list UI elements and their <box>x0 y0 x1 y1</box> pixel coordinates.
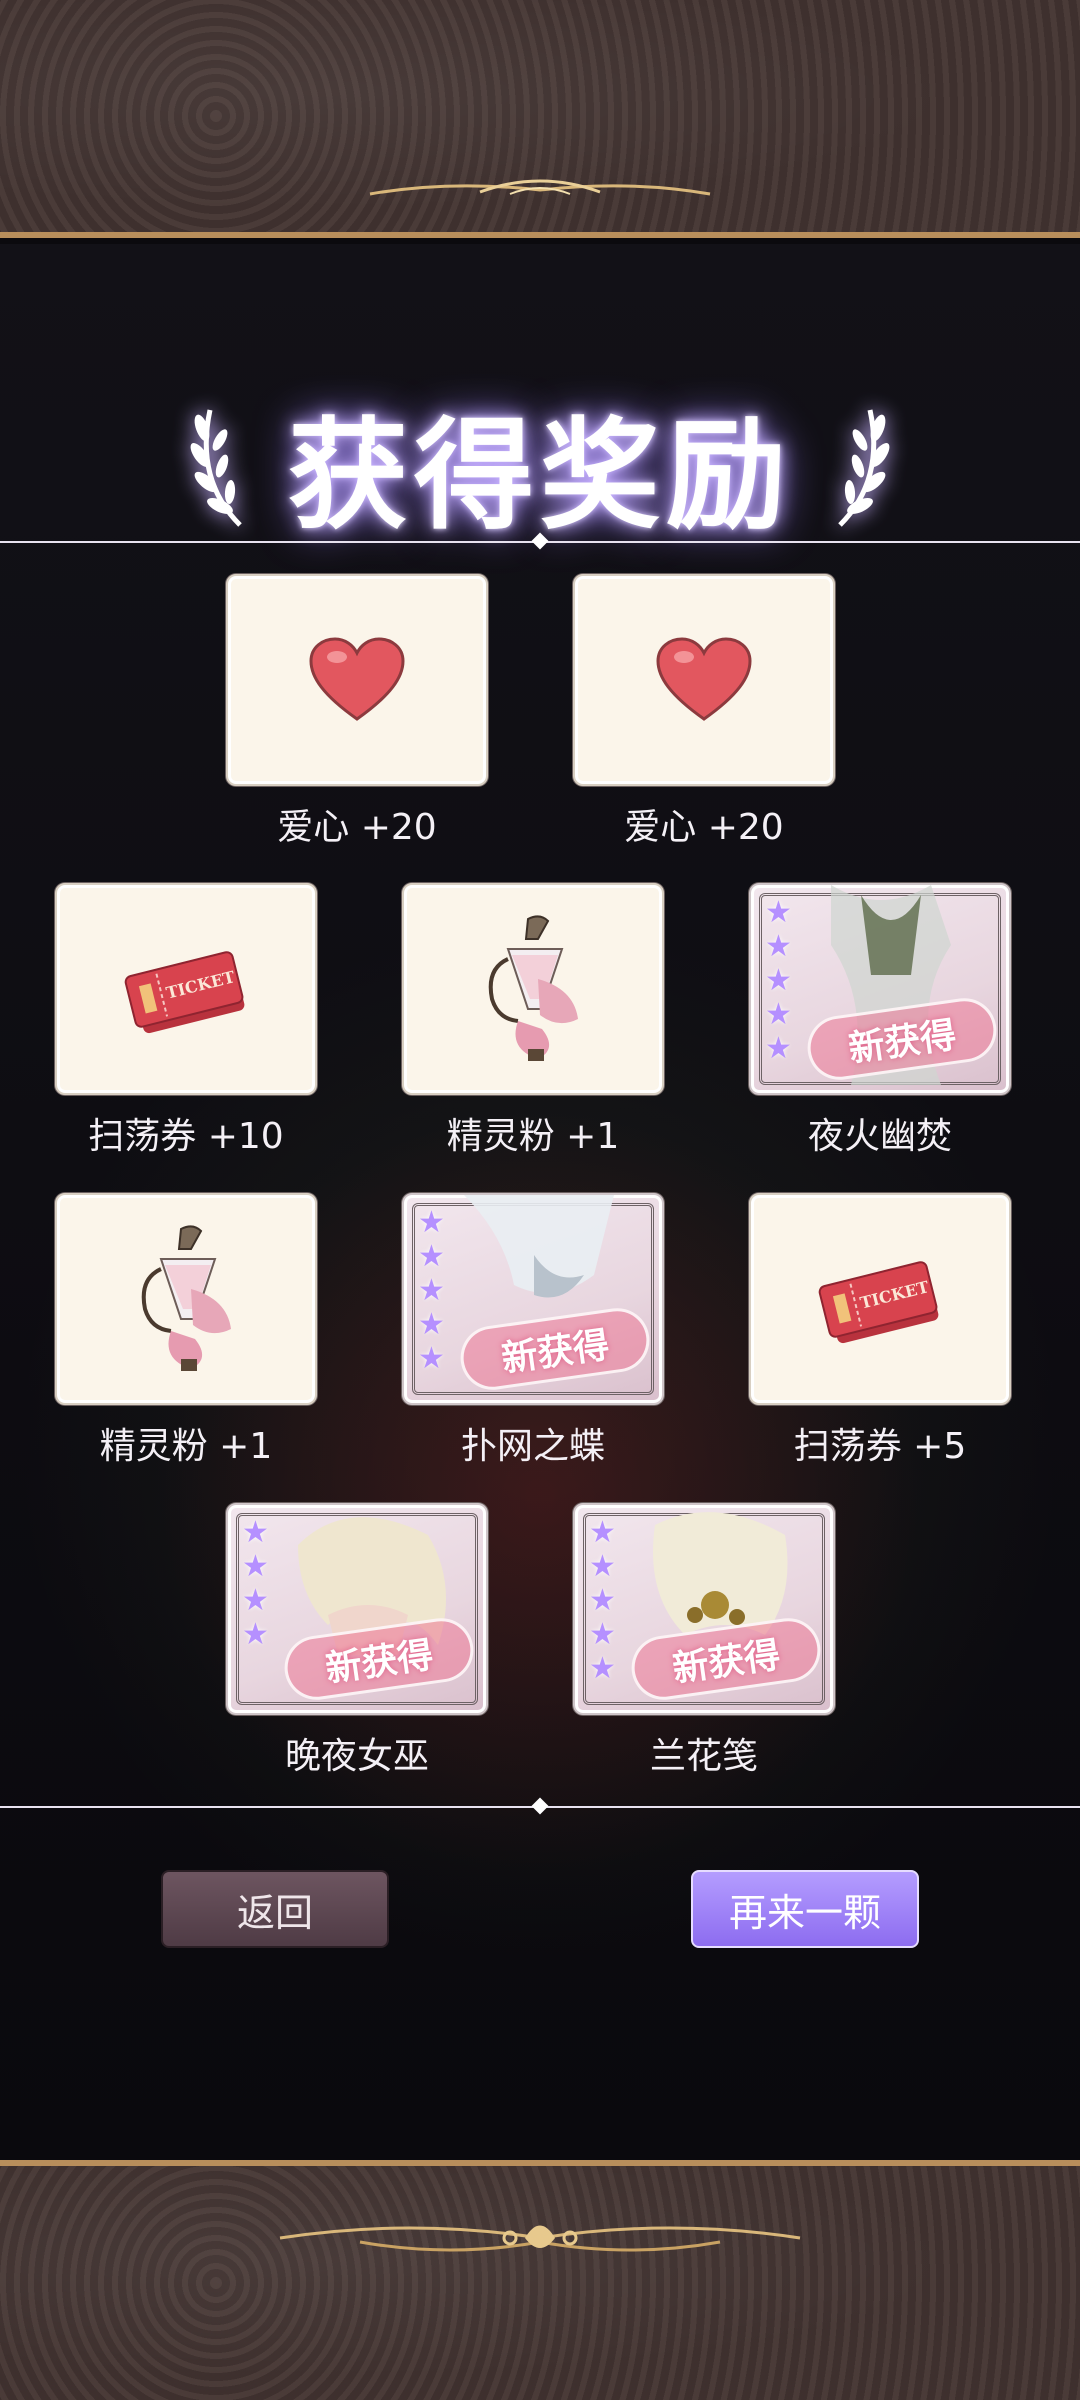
top-frame <box>0 0 1080 238</box>
ticket-icon: TICKET <box>124 951 245 1034</box>
star-icon: ★ <box>765 1031 792 1066</box>
reward-label: 精灵粉 +1 <box>99 1426 273 1467</box>
reward-card[interactable] <box>402 883 664 1095</box>
heart-icon <box>309 637 405 721</box>
star-icon: ★ <box>589 1515 616 1550</box>
reward-item[interactable]: ★ ★ ★ ★ ★ 新获得 兰花笺 <box>573 1503 835 1779</box>
page-title: 获得奖励 <box>288 405 792 546</box>
star-icon: ★ <box>765 895 792 930</box>
reward-item[interactable]: 爱心 +20 <box>226 574 488 850</box>
reward-card[interactable]: TICKET <box>55 883 317 1095</box>
reward-card[interactable] <box>226 574 488 786</box>
reward-label: 扫荡券 +10 <box>88 1116 284 1157</box>
star-icon: ★ <box>418 1273 445 1308</box>
star-icon: ★ <box>418 1341 445 1376</box>
star-icon: ★ <box>418 1239 445 1274</box>
star-icon: ★ <box>418 1205 445 1240</box>
reward-label: 扫荡券 +5 <box>793 1426 967 1467</box>
reward-item[interactable]: ★ ★ ★ ★ 新获得 晚夜女巫 <box>226 1503 488 1779</box>
reward-label: 晚夜女巫 <box>284 1736 429 1777</box>
reward-card-new[interactable]: ★ ★ ★ ★ 新获得 <box>226 1503 488 1715</box>
reward-item[interactable]: TICKET 扫荡券 +10 <box>55 883 317 1159</box>
reward-label: 爱心 +20 <box>277 807 437 848</box>
star-icon: ★ <box>589 1651 616 1686</box>
star-icon: ★ <box>242 1617 269 1652</box>
reward-item[interactable]: 爱心 +20 <box>573 574 835 850</box>
reward-item[interactable]: TICKET 扫荡券 +5 <box>749 1193 1011 1469</box>
reward-item[interactable]: 精灵粉 +1 <box>402 883 664 1159</box>
reward-card-new[interactable]: ★ ★ ★ ★ ★ 新获得 <box>573 1503 835 1715</box>
perfume-bottle-icon <box>141 1225 231 1371</box>
reward-label: 夜火幽焚 <box>807 1116 952 1157</box>
reward-label: 扑网之蝶 <box>460 1426 605 1467</box>
star-icon: ★ <box>589 1583 616 1618</box>
ticket-icon: TICKET <box>818 1261 939 1344</box>
back-button[interactable]: 返回 <box>161 1870 389 1948</box>
laurel-left-icon <box>190 409 242 527</box>
reward-item[interactable]: 精灵粉 +1 <box>55 1193 317 1469</box>
star-icon: ★ <box>242 1515 269 1550</box>
laurel-right-icon <box>838 409 890 527</box>
rarity-stars: ★ ★ ★ ★ <box>242 1517 269 1651</box>
draw-again-button[interactable]: 再来一颗 <box>691 1870 919 1948</box>
rarity-stars: ★ ★ ★ ★ ★ <box>589 1517 616 1685</box>
reward-card[interactable]: TICKET <box>749 1193 1011 1405</box>
star-icon: ★ <box>589 1549 616 1584</box>
heart-icon <box>656 637 752 721</box>
gold-flourish-icon <box>279 2225 801 2252</box>
perfume-bottle-icon <box>488 915 578 1061</box>
rarity-stars: ★ ★ ★ ★ ★ <box>765 897 792 1065</box>
reward-label: 兰花笺 <box>649 1736 758 1777</box>
top-divider <box>0 532 1080 550</box>
reward-card-new[interactable]: ★ ★ ★ ★ ★ 新获得 <box>749 883 1011 1095</box>
rarity-stars: ★ ★ ★ ★ ★ <box>418 1207 445 1375</box>
reward-label: 精灵粉 +1 <box>446 1116 620 1157</box>
star-icon: ★ <box>589 1617 616 1652</box>
gold-flourish-icon <box>369 179 711 196</box>
reward-item[interactable]: ★ ★ ★ ★ ★ 新获得 夜火幽焚 <box>749 883 1011 1159</box>
reward-label: 爱心 +20 <box>624 807 784 848</box>
reward-card[interactable] <box>55 1193 317 1405</box>
star-icon: ★ <box>418 1307 445 1342</box>
star-icon: ★ <box>765 929 792 964</box>
bottom-divider <box>0 1797 1080 1815</box>
reward-card[interactable] <box>573 574 835 786</box>
reward-item[interactable]: ★ ★ ★ ★ ★ 新获得 扑网之蝶 <box>402 1193 664 1469</box>
star-icon: ★ <box>242 1583 269 1618</box>
star-icon: ★ <box>765 963 792 998</box>
reward-card-new[interactable]: ★ ★ ★ ★ ★ 新获得 <box>402 1193 664 1405</box>
title-area: 获得奖励 <box>0 395 1080 546</box>
star-icon: ★ <box>765 997 792 1032</box>
bottom-frame <box>0 2160 1080 2400</box>
star-icon: ★ <box>242 1549 269 1584</box>
